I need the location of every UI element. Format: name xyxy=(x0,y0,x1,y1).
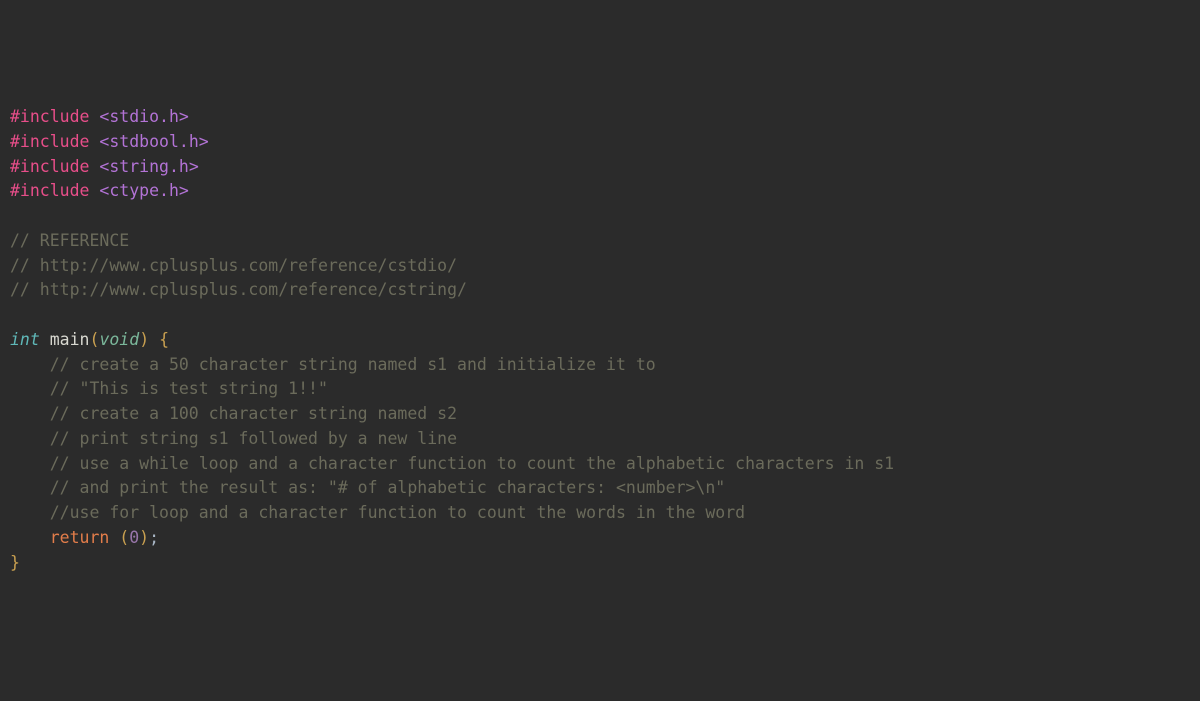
comment-line: // create a 100 character string named s… xyxy=(10,402,1190,427)
blank-line xyxy=(10,303,1190,328)
comment-line: //use for loop and a character function … xyxy=(10,501,1190,526)
include-line: #include <string.h> xyxy=(10,155,1190,180)
code-editor[interactable]: #include <stdio.h>#include <stdbool.h>#i… xyxy=(10,105,1190,575)
comment-line: // and print the result as: "# of alphab… xyxy=(10,476,1190,501)
comment-line: // create a 50 character string named s1… xyxy=(10,353,1190,378)
comment-line: // use a while loop and a character func… xyxy=(10,452,1190,477)
main-signature: int main(void) { xyxy=(10,328,1190,353)
include-line: #include <stdio.h> xyxy=(10,105,1190,130)
close-brace: } xyxy=(10,551,1190,576)
comment-line: // http://www.cplusplus.com/reference/cs… xyxy=(10,278,1190,303)
comment-line: // "This is test string 1!!" xyxy=(10,377,1190,402)
include-line: #include <ctype.h> xyxy=(10,179,1190,204)
comment-line: // http://www.cplusplus.com/reference/cs… xyxy=(10,254,1190,279)
comment-line: // print string s1 followed by a new lin… xyxy=(10,427,1190,452)
return-statement: return (0); xyxy=(10,526,1190,551)
include-line: #include <stdbool.h> xyxy=(10,130,1190,155)
comment-line: // REFERENCE xyxy=(10,229,1190,254)
blank-line xyxy=(10,204,1190,229)
